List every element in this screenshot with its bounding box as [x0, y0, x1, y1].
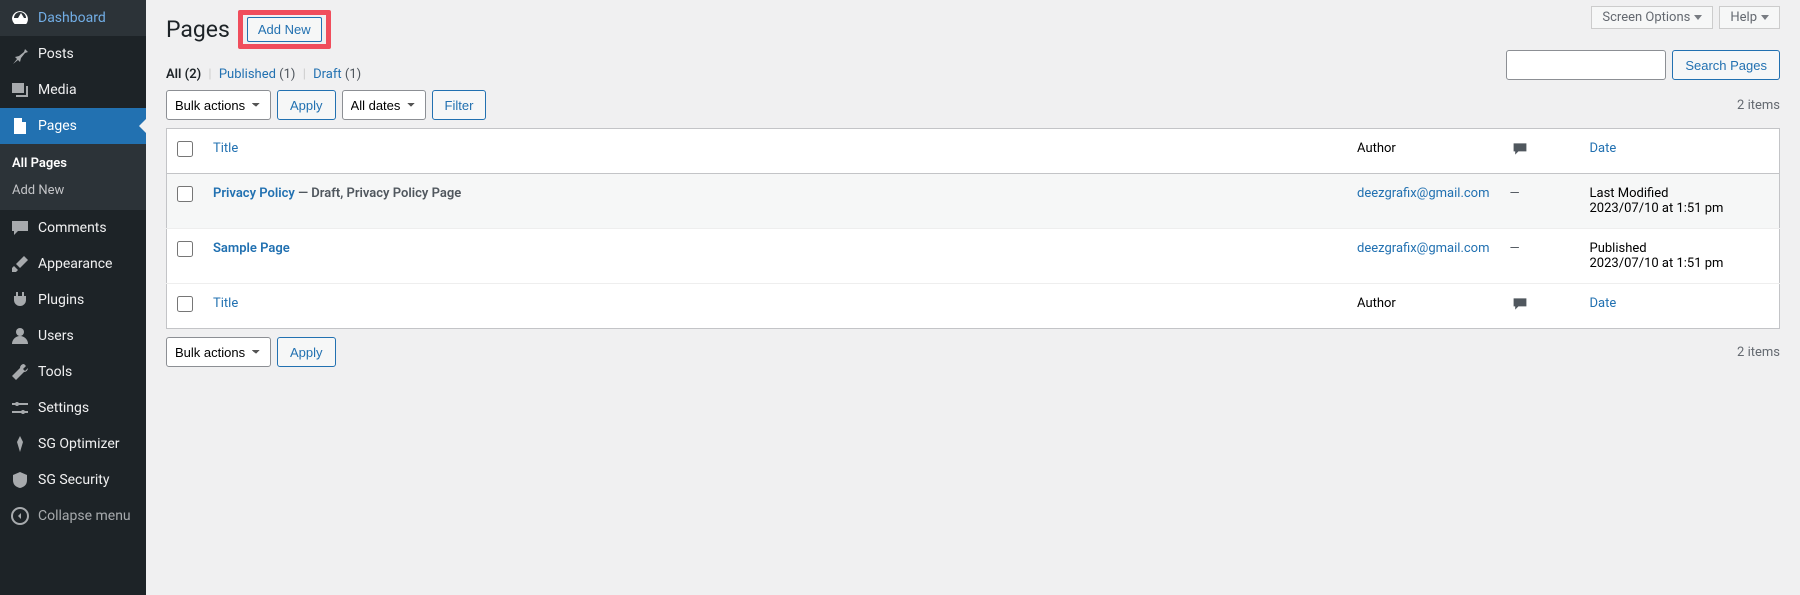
comments-icon — [1510, 296, 1530, 312]
row-checkbox[interactable] — [177, 241, 193, 257]
row-author-link[interactable]: deezgrafix@gmail.com — [1357, 186, 1489, 201]
search-pages-button[interactable]: Search Pages — [1672, 50, 1780, 80]
date-filter-select[interactable]: All dates — [342, 90, 426, 120]
menu-settings[interactable]: Settings — [0, 390, 146, 426]
row-date-status: Last Modified — [1590, 186, 1669, 201]
column-author-bottom: Author — [1347, 284, 1499, 329]
column-date[interactable]: Date — [1590, 141, 1617, 156]
bulk-actions-select-bottom[interactable]: Bulk actions — [166, 337, 271, 367]
apply-button[interactable]: Apply — [277, 90, 336, 120]
menu-label: SG Optimizer — [38, 436, 119, 452]
apply-button-bottom[interactable]: Apply — [277, 337, 336, 367]
menu-label: Settings — [38, 400, 89, 416]
pin-icon — [10, 44, 30, 64]
menu-label: Dashboard — [38, 10, 106, 26]
menu-media[interactable]: Media — [0, 72, 146, 108]
table-row: Sample Page deezgrafix@gmail.com — Publi… — [167, 229, 1780, 284]
submenu-add-new[interactable]: Add New — [0, 177, 146, 204]
row-comments: — — [1510, 186, 1520, 201]
filter-all[interactable]: All (2) — [166, 67, 201, 82]
comments-icon — [1510, 141, 1530, 157]
items-count-top: 2 items — [1737, 98, 1780, 113]
menu-label: Comments — [38, 220, 107, 236]
collapse-label: Collapse menu — [38, 508, 131, 524]
dashboard-icon — [10, 8, 30, 28]
row-date-value: 2023/07/10 at 1:51 pm — [1590, 201, 1724, 216]
select-all-checkbox-bottom[interactable] — [177, 296, 193, 312]
help-label: Help — [1730, 10, 1757, 25]
shield-icon — [10, 470, 30, 490]
rocket-icon — [10, 434, 30, 454]
add-new-button[interactable]: Add New — [247, 17, 322, 42]
row-date-status: Published — [1590, 241, 1647, 256]
caret-down-icon — [1761, 15, 1769, 20]
user-icon — [10, 326, 30, 346]
table-row: Privacy Policy — Draft, Privacy Policy P… — [167, 174, 1780, 229]
row-checkbox[interactable] — [177, 186, 193, 202]
main-content: Screen Options Help Pages Add New Search… — [146, 0, 1800, 595]
menu-pages[interactable]: Pages — [0, 108, 146, 144]
page-icon — [10, 116, 30, 136]
row-title-link[interactable]: Sample Page — [213, 241, 290, 256]
sliders-icon — [10, 398, 30, 418]
screen-options-button[interactable]: Screen Options — [1591, 6, 1713, 29]
menu-label: Appearance — [38, 256, 112, 272]
screen-options-label: Screen Options — [1602, 10, 1690, 25]
select-all-checkbox[interactable] — [177, 141, 193, 157]
plug-icon — [10, 290, 30, 310]
collapse-menu[interactable]: Collapse menu — [0, 498, 146, 534]
menu-users[interactable]: Users — [0, 318, 146, 354]
row-date-value: 2023/07/10 at 1:51 pm — [1590, 256, 1724, 271]
menu-label: Plugins — [38, 292, 84, 308]
menu-tools[interactable]: Tools — [0, 354, 146, 390]
filter-draft-label: Draft — [313, 67, 342, 82]
column-title-bottom[interactable]: Title — [213, 296, 238, 311]
menu-comments[interactable]: Comments — [0, 210, 146, 246]
submenu-all-pages[interactable]: All Pages — [0, 150, 146, 177]
brush-icon — [10, 254, 30, 274]
column-date-bottom[interactable]: Date — [1590, 296, 1617, 311]
menu-appearance[interactable]: Appearance — [0, 246, 146, 282]
filter-draft[interactable]: Draft (1) — [313, 67, 361, 82]
menu-label: Pages — [38, 118, 77, 134]
page-title: Pages — [166, 16, 230, 43]
menu-label: Posts — [38, 46, 74, 62]
row-state: — Draft, Privacy Policy Page — [295, 186, 461, 201]
highlight-annotation: Add New — [238, 10, 331, 49]
filter-all-count: (2) — [185, 67, 202, 82]
search-input[interactable] — [1506, 50, 1666, 80]
caret-down-icon — [1694, 15, 1702, 20]
menu-label: Media — [38, 82, 77, 98]
row-title-link[interactable]: Privacy Policy — [213, 186, 295, 201]
collapse-icon — [10, 506, 30, 526]
media-icon — [10, 80, 30, 100]
filter-published-count: (1) — [279, 67, 295, 82]
bulk-actions-select[interactable]: Bulk actions — [166, 90, 271, 120]
menu-label: Users — [38, 328, 74, 344]
help-button[interactable]: Help — [1719, 6, 1780, 29]
filter-published[interactable]: Published (1) — [219, 67, 296, 82]
row-author-link[interactable]: deezgrafix@gmail.com — [1357, 241, 1489, 256]
admin-sidebar: Dashboard Posts Media Pages All Pages Ad… — [0, 0, 146, 595]
comment-icon — [10, 218, 30, 238]
filter-button[interactable]: Filter — [432, 90, 487, 120]
pages-table: Title Author Date Privacy Policy — Draft… — [166, 128, 1780, 329]
menu-sg-optimizer[interactable]: SG Optimizer — [0, 426, 146, 462]
wrench-icon — [10, 362, 30, 382]
menu-plugins[interactable]: Plugins — [0, 282, 146, 318]
filter-published-label: Published — [219, 67, 276, 82]
menu-dashboard[interactable]: Dashboard — [0, 0, 146, 36]
menu-sg-security[interactable]: SG Security — [0, 462, 146, 498]
menu-posts[interactable]: Posts — [0, 36, 146, 72]
items-count-bottom: 2 items — [1737, 345, 1780, 360]
row-comments: — — [1510, 241, 1520, 256]
submenu-pages: All Pages Add New — [0, 144, 146, 210]
column-author: Author — [1347, 129, 1499, 174]
filter-all-label: All — [166, 67, 181, 82]
filter-draft-count: (1) — [345, 67, 361, 82]
column-title[interactable]: Title — [213, 141, 238, 156]
menu-label: SG Security — [38, 472, 109, 488]
menu-label: Tools — [38, 364, 72, 380]
